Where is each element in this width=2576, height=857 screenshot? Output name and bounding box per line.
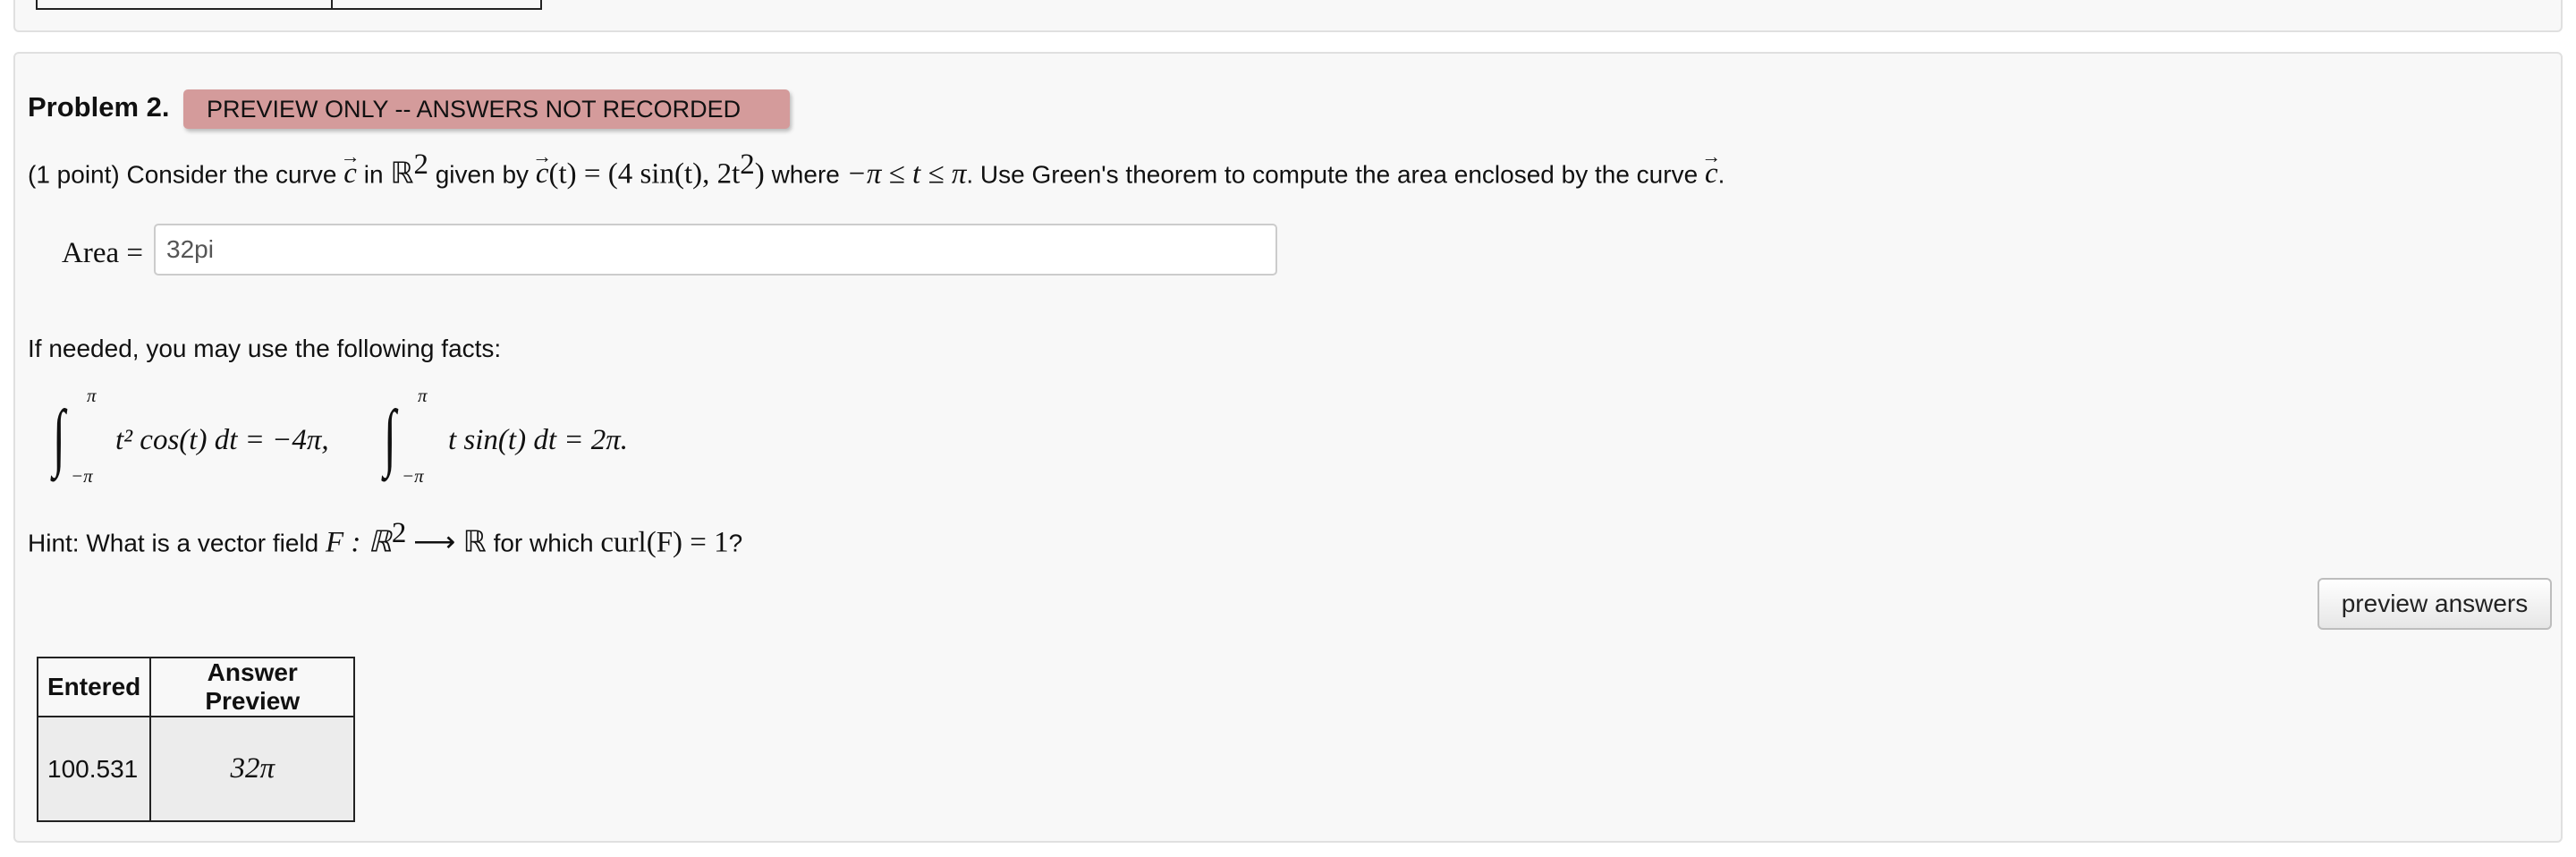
hint-text: Hint: What is a vector field F : ℝ2 ⟶ ℝ … <box>28 517 742 559</box>
integral-upper-limit: π <box>87 385 97 406</box>
statement-where: where <box>771 160 840 189</box>
hint-exponent: 2 <box>391 517 407 549</box>
hint-question-mark: ? <box>728 529 743 557</box>
table-header-row: Entered Answer Preview <box>36 657 356 717</box>
problem-panel: Problem 2. PREVIEW ONLY -- ANSWERS NOT R… <box>13 52 2563 843</box>
param-c-symbol: c <box>536 157 549 191</box>
parametrization: (t) = (4 sin(t), 2t <box>548 157 741 191</box>
hint-prefix: Hint: What is a vector field <box>28 529 319 557</box>
integral-fact-2: ∫ π −π t sin(t) dt = 2π. <box>384 385 652 488</box>
curve-c-symbol: c <box>343 157 357 191</box>
parameter-range: −π ≤ t ≤ π <box>846 157 967 191</box>
hint-mid: for which <box>493 529 594 557</box>
previous-answers-table <box>36 0 542 10</box>
statement-tail: . Use Green's theorem to compute the are… <box>966 160 1699 189</box>
preview-answers-button[interactable]: preview answers <box>2318 578 2552 630</box>
problem-title: Problem 2. <box>28 91 170 123</box>
hint-arrow-codomain: ⟶ ℝ <box>413 526 487 559</box>
answer-preview-header: Answer Preview <box>149 657 356 717</box>
statement-in: in <box>363 160 384 189</box>
preview-only-badge: PREVIEW ONLY -- ANSWERS NOT RECORDED <box>183 89 790 129</box>
integral-sign: ∫ <box>53 395 65 479</box>
hint-field-signature: F : ℝ <box>326 526 392 559</box>
table-column-divider <box>331 0 333 8</box>
facts-intro: If needed, you may use the following fac… <box>28 335 502 362</box>
integral-lower-limit: −π <box>71 465 93 487</box>
param-exponent: 2 <box>740 148 755 181</box>
integral-sign: ∫ <box>384 395 396 479</box>
integral-lower-limit: −π <box>402 465 424 487</box>
real-numbers-symbol: ℝ <box>390 157 414 191</box>
answer-results-table: Entered Answer Preview 100.531 32π <box>36 657 356 822</box>
entered-header: Entered <box>36 657 152 717</box>
integral-upper-limit: π <box>418 385 428 406</box>
area-answer-input[interactable] <box>154 224 1277 276</box>
entered-value: 100.531 <box>36 716 152 822</box>
area-label: Area = <box>62 237 143 269</box>
answer-preview-value: 32π <box>149 716 356 822</box>
statement-given-by: given by <box>435 160 530 189</box>
statement-intro: (1 point) Consider the curve <box>28 160 337 189</box>
param-close: ) <box>754 157 765 191</box>
integral-expression: t² cos(t) dt = −4π, <box>115 424 329 456</box>
integral-fact-1: ∫ π −π t² cos(t) dt = −4π, <box>53 385 393 488</box>
curve-c-symbol-end: c <box>1705 157 1718 191</box>
hint-curl-condition: curl(F) = 1 <box>600 526 729 559</box>
dimension-exponent: 2 <box>413 148 428 181</box>
integral-expression: t sin(t) dt = 2π. <box>448 424 629 456</box>
problem-statement: (1 point) Consider the curve c in ℝ2 giv… <box>28 148 1724 191</box>
table-row: 100.531 32π <box>36 716 356 822</box>
